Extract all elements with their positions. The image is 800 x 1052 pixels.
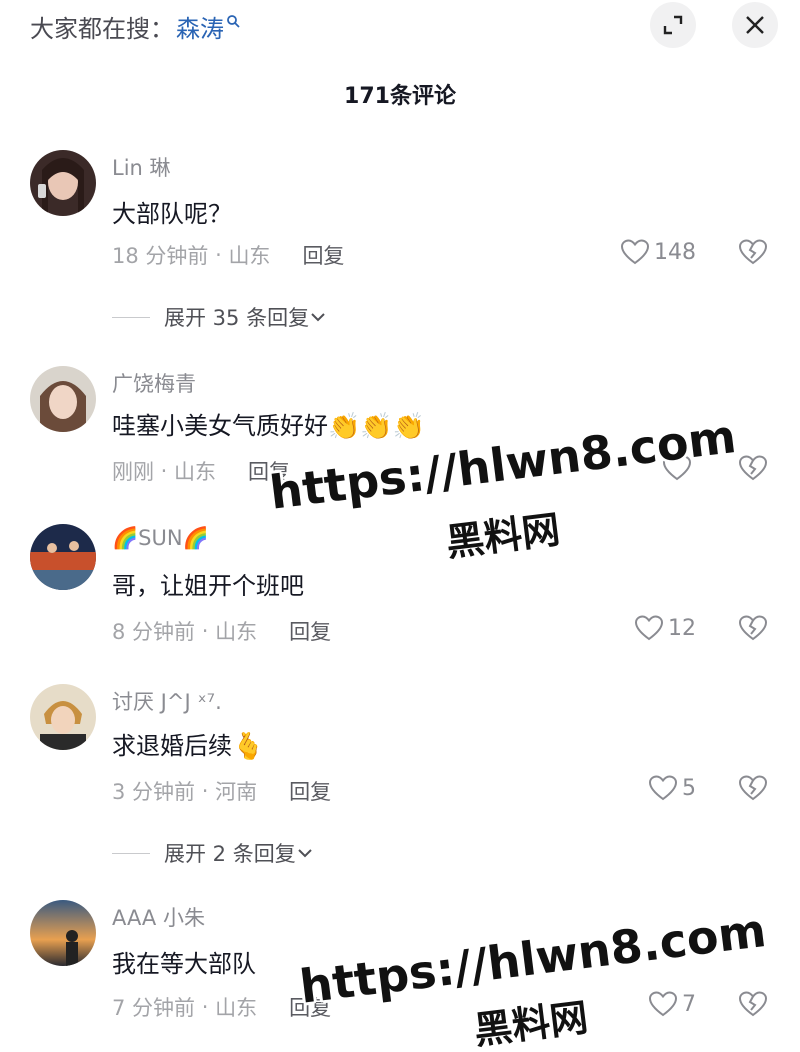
trending-search-keyword[interactable]: 森涛 [176, 9, 224, 44]
like-count: 148 [654, 239, 696, 265]
meta-separator: · [195, 619, 216, 643]
expand-replies-label: 展开 35 条回复 [164, 306, 310, 330]
comment-location: 山东 [215, 620, 258, 644]
heart-icon [620, 239, 650, 265]
divider-line [112, 852, 150, 854]
like-button[interactable]: 5 [648, 774, 696, 802]
meta-separator: · [195, 779, 216, 803]
chevron-down-icon [311, 313, 325, 322]
broken-heart-icon[interactable] [738, 454, 768, 482]
avatar[interactable] [30, 150, 96, 216]
like-count: 7 [682, 991, 696, 1017]
avatar[interactable] [30, 366, 96, 432]
comment-count-title: 171条评论 [344, 84, 456, 109]
comment-meta: 刚刚 · 山东 回复 [112, 456, 290, 486]
like-button[interactable]: 12 [634, 614, 696, 642]
reply-button[interactable]: 回复 [289, 776, 331, 806]
broken-heart-icon[interactable] [738, 774, 768, 802]
comment-location: 山东 [215, 996, 258, 1020]
watermark-text: 黑料网 [471, 995, 591, 1052]
comment-text: 哥，让姐开个班吧 [112, 572, 304, 600]
comment-time: 7 分钟前 [112, 996, 196, 1020]
comment-meta: 8 分钟前 · 山东 回复 [112, 616, 331, 646]
like-button[interactable]: 7 [648, 990, 696, 1018]
clapping-hands-emoji: 👏👏👏 [328, 412, 426, 442]
heart-icon [648, 991, 678, 1017]
watermark-text: 黑料网 [443, 507, 563, 565]
heart-icon [634, 615, 664, 641]
chevron-down-icon [298, 849, 312, 858]
comment-meta: 3 分钟前 · 河南 回复 [112, 776, 331, 806]
like-button[interactable]: 148 [620, 238, 696, 266]
comment-time: 刚刚 [112, 460, 154, 484]
avatar[interactable] [30, 684, 96, 750]
meta-separator: · [195, 995, 216, 1019]
search-icon [227, 15, 240, 28]
comment-username[interactable]: Lin 琳 [112, 152, 171, 182]
avatar[interactable] [30, 524, 96, 590]
comment-text: 大部队呢？ [112, 200, 232, 228]
like-count: 12 [668, 615, 696, 641]
comment-text-row: 求退婚后续🫰 [112, 726, 264, 762]
comment-location: 山东 [228, 244, 271, 268]
expand-icon [663, 15, 683, 35]
comment-username[interactable]: AAA 小朱 [112, 902, 205, 932]
reply-button[interactable]: 回复 [289, 616, 331, 646]
comment-meta: 18 分钟前 · 山东 回复 [112, 240, 344, 270]
meta-separator: · [154, 459, 175, 483]
comment-text: 求退婚后续 [112, 732, 232, 760]
avatar[interactable] [30, 900, 96, 966]
divider-line [112, 316, 150, 318]
comment-text: 我在等大部队 [112, 950, 256, 978]
comment-location: 河南 [215, 780, 258, 804]
broken-heart-icon[interactable] [738, 990, 768, 1018]
comment-username[interactable]: 🌈SUN🌈 [112, 526, 209, 551]
like-count: 5 [682, 775, 696, 801]
comment-time: 18 分钟前 [112, 244, 209, 268]
reply-button[interactable]: 回复 [302, 240, 344, 270]
trending-search-label: 大家都在搜： [30, 14, 174, 43]
comment-time: 8 分钟前 [112, 620, 196, 644]
broken-heart-icon[interactable] [738, 614, 768, 642]
meta-separator: · [208, 243, 229, 267]
comment-location: 山东 [174, 460, 217, 484]
close-button[interactable] [732, 2, 778, 48]
comment-username[interactable]: 讨厌 J^J ˣ⁷. [112, 686, 222, 716]
trending-search-banner[interactable]: 大家都在搜： 森涛 [30, 9, 240, 44]
comment-time: 3 分钟前 [112, 780, 196, 804]
expand-replies-button[interactable]: 展开 2 条回复 [112, 838, 314, 868]
comment-username[interactable]: 广饶梅青 [112, 368, 196, 398]
close-icon [746, 16, 764, 34]
heart-icon [648, 775, 678, 801]
finger-heart-emoji: 🫰 [232, 732, 265, 762]
expand-button[interactable] [650, 2, 696, 48]
comment-text: 哇塞小美女气质好好 [112, 412, 328, 440]
comment-text-row: 哇塞小美女气质好好👏👏👏 [112, 406, 425, 442]
expand-replies-button[interactable]: 展开 35 条回复 [112, 302, 327, 332]
expand-replies-label: 展开 2 条回复 [164, 842, 296, 866]
comment-meta: 7 分钟前 · 山东 回复 [112, 992, 331, 1022]
broken-heart-icon[interactable] [738, 238, 768, 266]
